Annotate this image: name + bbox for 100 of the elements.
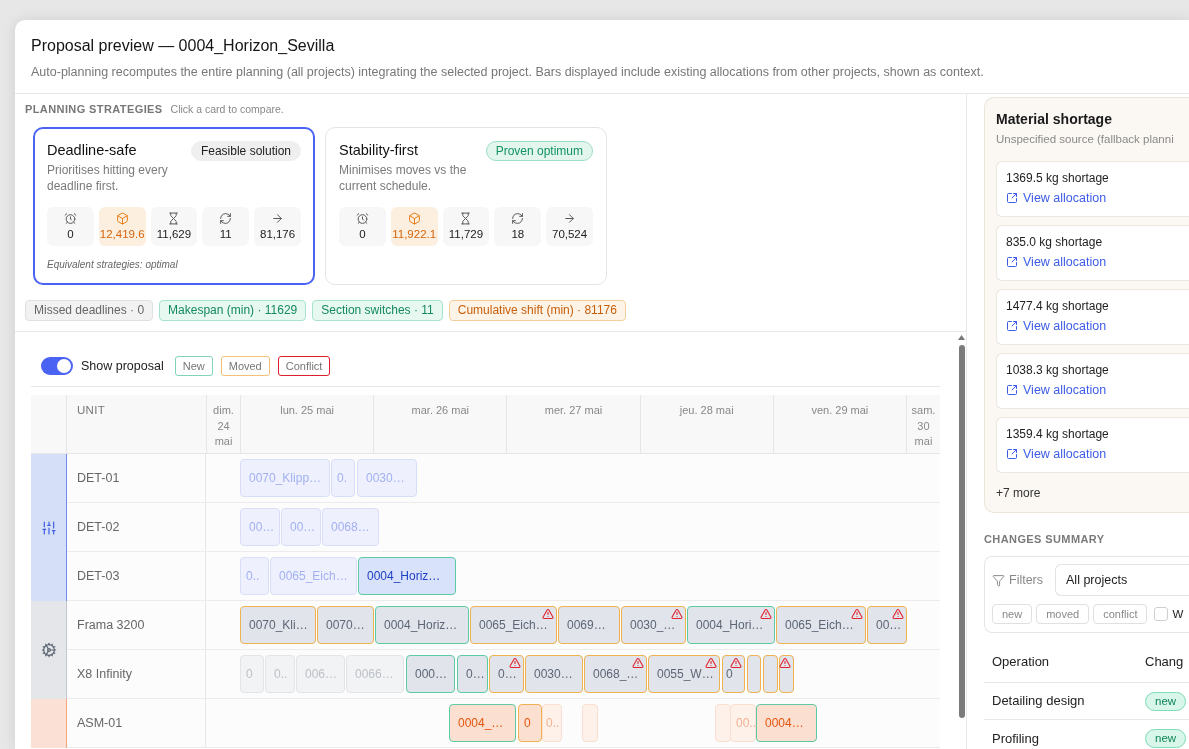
column-header: Chang [1145, 653, 1184, 670]
refresh-icon [219, 212, 233, 225]
day-header: lun. 25 mai [240, 395, 374, 453]
day-header: ven. 29 mai [772, 395, 906, 453]
external-link-icon [1006, 320, 1018, 332]
gantt-bar[interactable]: 0… [457, 655, 488, 693]
gantt-bar[interactable]: 0 [722, 655, 745, 693]
gantt-bar[interactable]: 0 [518, 704, 542, 742]
unit-name: X8 Infinity [76, 666, 133, 683]
day-header: mar. 26 mai [373, 395, 507, 453]
gantt-bar[interactable]: 0065_Eich… [470, 606, 557, 644]
metric-value: 11,729 [448, 228, 484, 241]
more-count: +7 more [996, 485, 1041, 501]
gantt-bar[interactable]: 0030… [525, 655, 583, 693]
section-hint: Click a card to compare. [170, 102, 284, 116]
filters-label: Filters [1009, 572, 1044, 588]
column-header: UNIT [76, 403, 107, 418]
hourglass-icon [459, 212, 473, 225]
unit-name: DET-01 [76, 470, 121, 487]
project-select[interactable]: All projects [1055, 564, 1189, 596]
metric-value: 0 [67, 228, 74, 241]
warning-icon [509, 657, 521, 669]
strategy-card[interactable]: Stability-first Minimises moves vs the current schedule. Proven optimum 0 11,922.1 11,729 18 70,524 [325, 127, 607, 285]
gantt-bar[interactable]: 0004_Horiz… [375, 606, 469, 644]
gantt-bar[interactable]: 0068_… [584, 655, 647, 693]
strategy-card[interactable]: Deadline-safe Prioritises hitting every deadline first. Feasible solution 0 12,419.6 11,629 11 81,176 Equivalent strategies: optimal [33, 127, 315, 285]
gantt-bar[interactable]: 0004_Hori… [687, 606, 775, 644]
external-link-icon [1006, 384, 1018, 396]
operation-cell: Profiling [992, 730, 1039, 747]
view-allocation-link[interactable]: View allocation [1006, 254, 1107, 270]
gantt-bar[interactable]: 0… [489, 655, 524, 693]
shortage-amount: 1369.5 kg shortage [1006, 170, 1109, 186]
metric-value: 70,524 [552, 228, 588, 241]
strategy-title: Stability-first [339, 141, 418, 159]
alarm-clock-icon [63, 212, 77, 225]
filter-chip[interactable]: new [992, 604, 1033, 624]
unit-name: Frama 3200 [76, 617, 146, 634]
status-badge: Feasible solution [190, 141, 301, 161]
kpi-chip: Section switches · 11 [312, 300, 443, 321]
view-allocation-link[interactable]: View allocation [1006, 190, 1107, 206]
gantt-bar[interactable]: 0070… [317, 606, 374, 644]
gantt-bar[interactable]: 0004_… [449, 704, 516, 742]
gantt-bar[interactable]: 0065_Eich… [776, 606, 866, 644]
gantt-bar[interactable]: 0070_Kli… [240, 606, 316, 644]
scrollbar-thumb[interactable] [958, 345, 965, 718]
hourglass-icon [167, 212, 181, 225]
strategy-note: Equivalent strategies: optimal [47, 259, 178, 271]
strategy-title: Deadline-safe [47, 141, 137, 159]
legend-chip: Moved [220, 356, 270, 376]
gantt-bar[interactable]: 00… [867, 606, 907, 644]
section-heading: CHANGES SUMMARY [984, 532, 1105, 546]
gear-icon [40, 642, 57, 658]
shortage-amount: 1477.4 kg shortage [1006, 298, 1109, 314]
cube-icon [407, 212, 421, 225]
warning-icon [632, 657, 644, 669]
shortage-amount: 835.0 kg shortage [1006, 234, 1103, 250]
warning-icon [671, 608, 683, 620]
warning-icon [705, 657, 717, 669]
gantt-bar[interactable]: 0030_… [621, 606, 686, 644]
warning-icon [892, 608, 904, 620]
day-header: sam. 30 mai [906, 395, 940, 453]
day-header: dim. 24 mai [206, 395, 240, 453]
metric-value: 11,922.1 [392, 228, 437, 241]
checkbox[interactable] [1154, 607, 1169, 621]
view-allocation-link[interactable]: View allocation [1006, 446, 1107, 462]
external-link-icon [1006, 192, 1018, 204]
shortage-amount: 1359.4 kg shortage [1006, 426, 1109, 442]
filter-icon [992, 573, 1005, 587]
legend-chip: Conflict [277, 356, 331, 376]
column-header: Operation [992, 653, 1050, 670]
metric-value: 81,176 [260, 228, 296, 241]
section-heading: PLANNING STRATEGIES [25, 102, 163, 116]
alarm-clock-icon [355, 212, 369, 225]
filter-chip[interactable]: moved [1036, 604, 1090, 624]
metric-value: 18 [511, 228, 525, 241]
proposal-toggle[interactable] [41, 357, 73, 375]
gantt-bar[interactable]: 0004_Horiz… [358, 557, 456, 595]
view-allocation-link[interactable]: View allocation [1006, 318, 1107, 334]
kpi-chip: Makespan (min) · 11629 [159, 300, 307, 321]
gantt-bar[interactable] [763, 655, 778, 693]
external-link-icon [1006, 448, 1018, 460]
sliders-icon [40, 519, 57, 536]
gantt-bar[interactable]: 0069… [558, 606, 620, 644]
gantt-bar[interactable]: 0055_W… [648, 655, 720, 693]
legend-chip: New [174, 356, 213, 376]
scroll-up-icon[interactable] [958, 335, 965, 340]
toggle-label: Show proposal [81, 358, 164, 374]
change-badge: new [1145, 691, 1187, 711]
gantt-bar[interactable] [779, 655, 794, 693]
gantt-bar[interactable] [747, 655, 761, 693]
unit-name: ASM-01 [76, 715, 124, 732]
metric-value: 11,629 [156, 228, 192, 241]
gantt-bar[interactable]: 0004… [756, 704, 817, 742]
view-allocation-link[interactable]: View allocation [1006, 382, 1107, 398]
filter-chip[interactable]: conflict [1093, 604, 1148, 624]
refresh-icon [511, 212, 525, 225]
arrow-right-icon [563, 212, 577, 225]
day-header: jeu. 28 mai [639, 395, 773, 453]
gantt-bar[interactable]: 000… [406, 655, 455, 693]
strategy-description: Minimises moves vs the current schedule. [339, 162, 468, 194]
